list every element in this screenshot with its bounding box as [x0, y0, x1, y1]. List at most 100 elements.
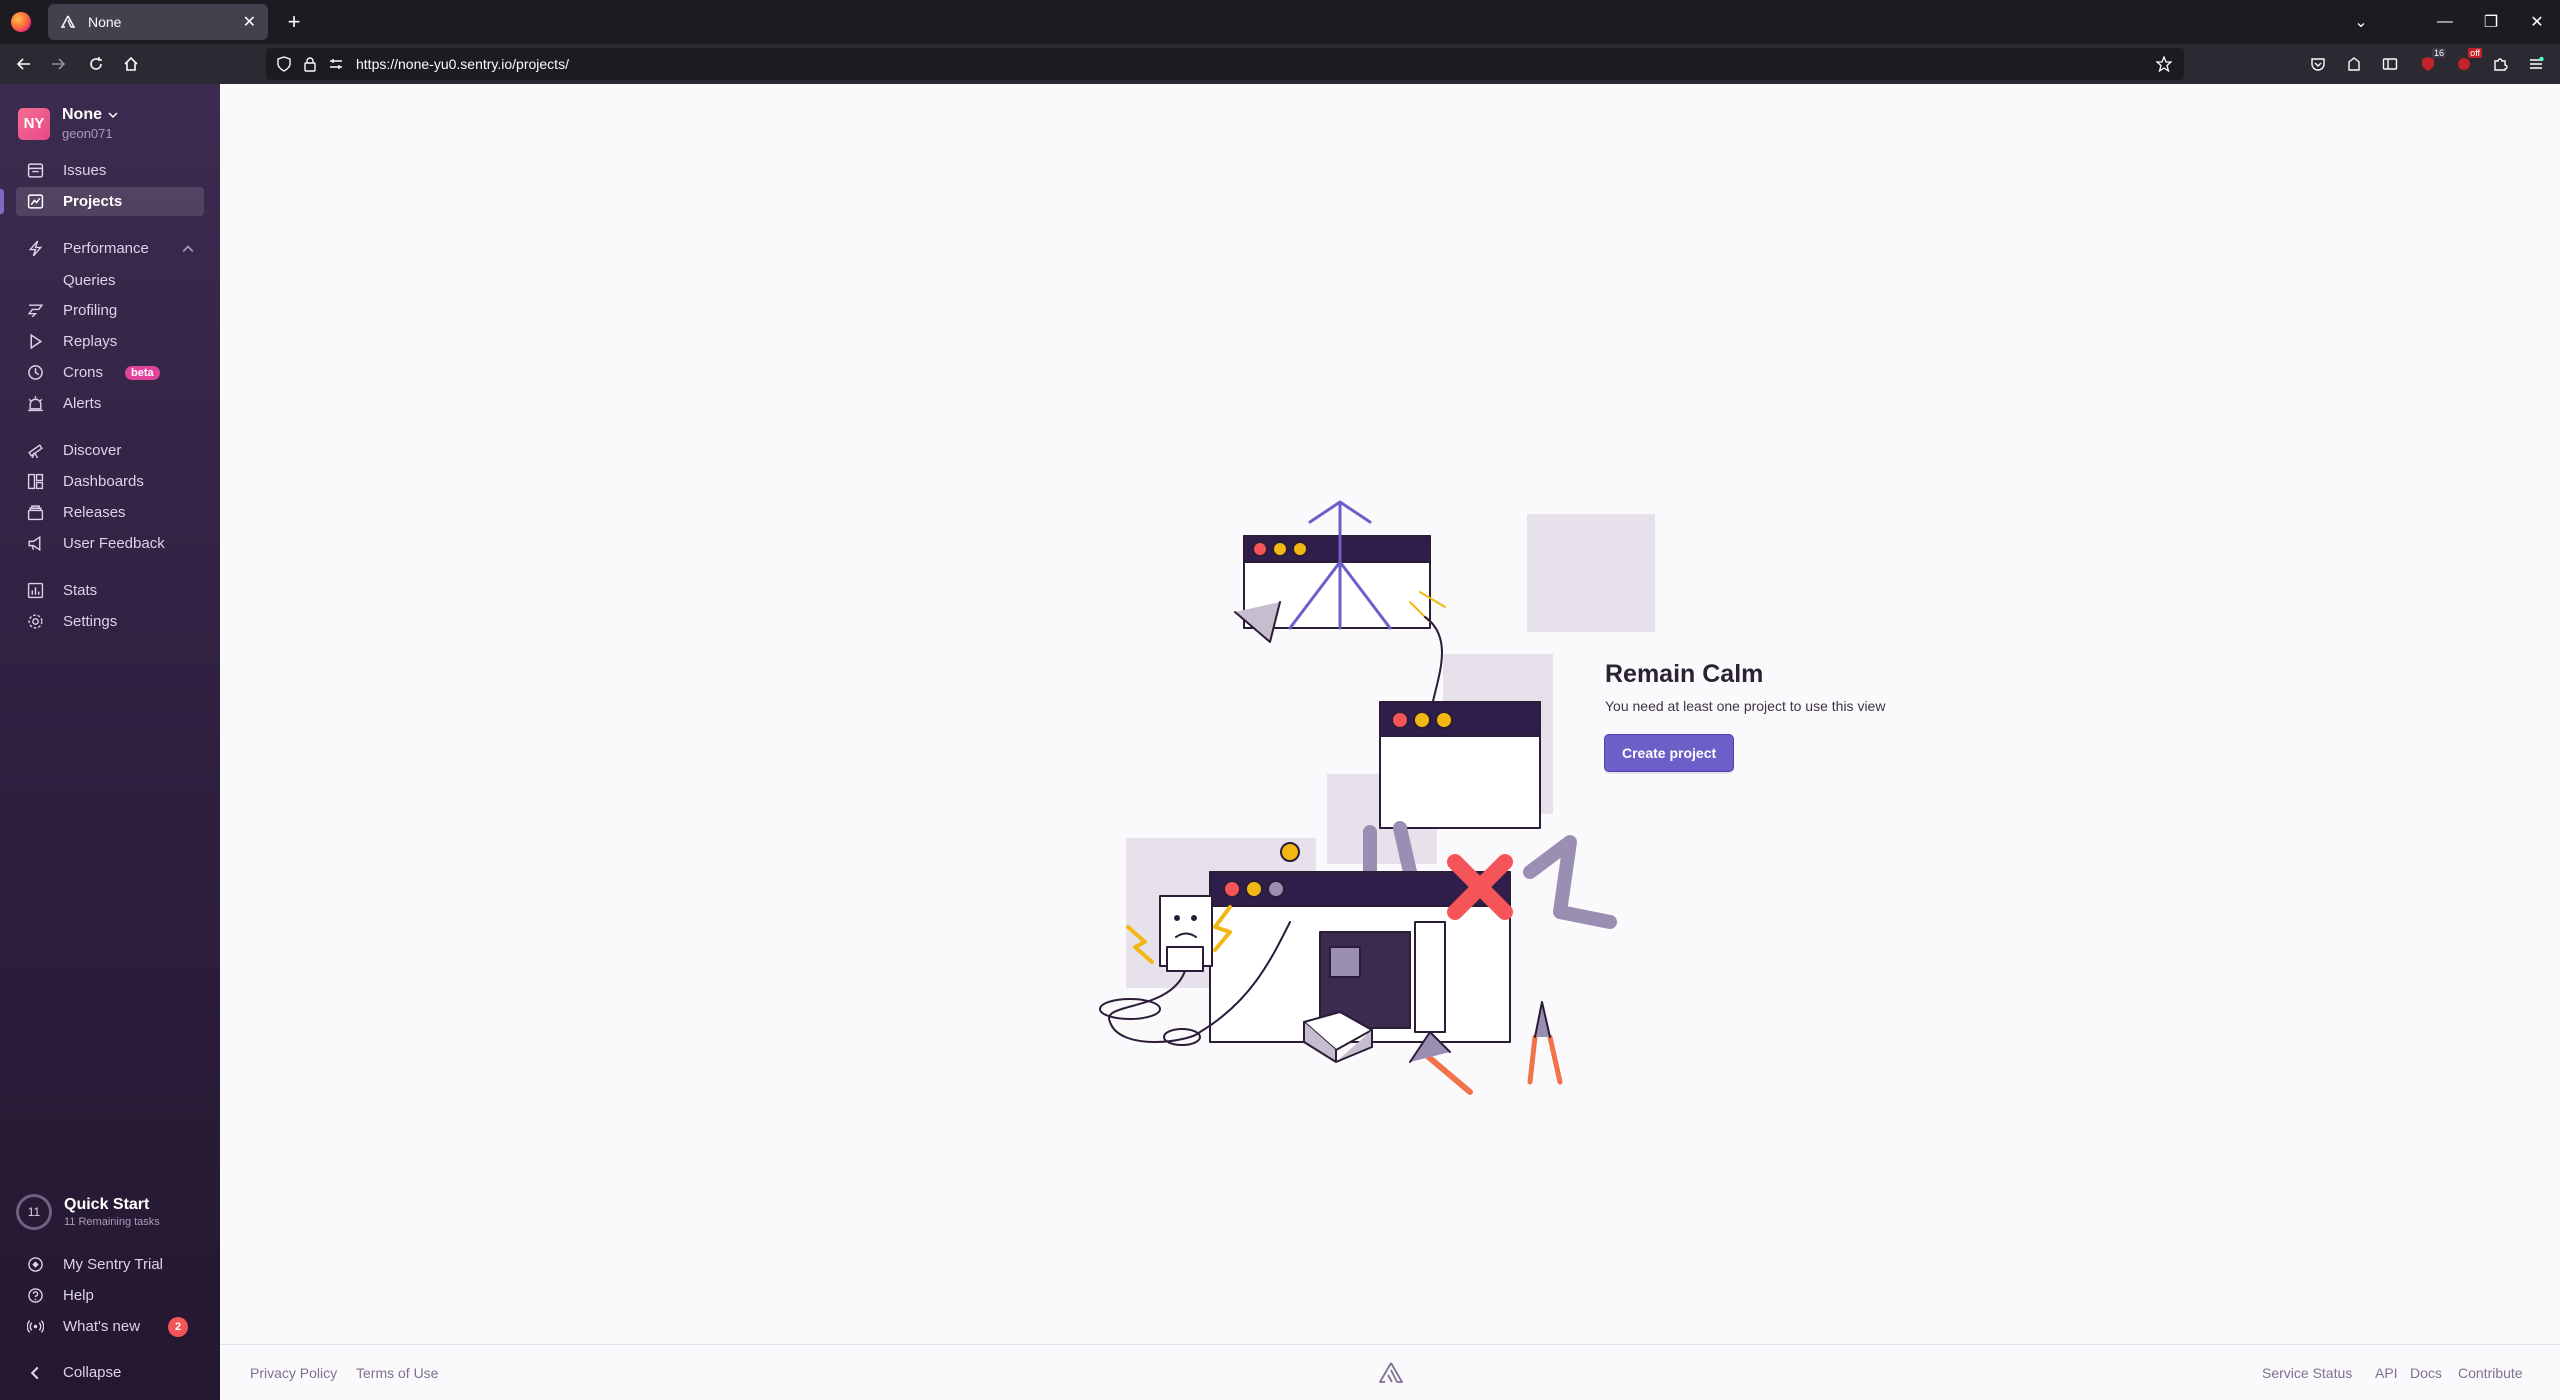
sidebar-item-label: Releases	[63, 504, 126, 521]
restore-icon[interactable]: ❐	[2468, 0, 2514, 44]
new-tab-icon[interactable]: +	[280, 8, 308, 36]
projects-icon	[25, 192, 45, 212]
sidebar-collapse-button[interactable]: Collapse	[16, 1358, 204, 1387]
reader-sidebar-icon[interactable]	[2380, 54, 2400, 74]
org-avatar: NY	[18, 107, 50, 140]
performance-icon	[25, 239, 45, 259]
quick-start-title: Quick Start	[64, 1196, 150, 1213]
window-close-icon[interactable]: ✕	[2514, 0, 2560, 44]
sidebar-item-replays[interactable]: Replays	[16, 327, 204, 356]
sidebar-item-user-feedback[interactable]: User Feedback	[16, 529, 204, 558]
footer: Privacy Policy Terms of Use Service Stat…	[220, 1344, 2560, 1400]
reload-icon[interactable]	[82, 50, 110, 78]
firefox-logo-icon	[11, 12, 31, 32]
quick-start-subtitle: 11 Remaining tasks	[64, 1216, 160, 1228]
extension-badge: 16	[2431, 48, 2446, 58]
clock-icon	[25, 363, 45, 383]
privacy-extension-icon[interactable]: off	[2454, 48, 2482, 74]
help-icon	[25, 1286, 45, 1306]
sidebar-item-stats[interactable]: Stats	[16, 576, 204, 605]
play-icon	[25, 332, 45, 352]
home-icon[interactable]	[117, 50, 145, 78]
sidebar-item-performance[interactable]: Performance	[16, 234, 204, 263]
sidebar-item-discover[interactable]: Discover	[16, 436, 204, 465]
sidebar-item-label: Issues	[63, 162, 107, 179]
broadcast-icon	[25, 1317, 45, 1337]
sidebar-item-alerts[interactable]: Alerts	[16, 389, 204, 418]
telescope-icon	[25, 441, 45, 461]
chevron-left-icon	[25, 1363, 45, 1383]
quick-start[interactable]: 11 Quick Start 11 Remaining tasks	[16, 1194, 160, 1230]
main-content: Remain Calm You need at least one projec…	[220, 84, 2560, 1400]
footer-terms-link[interactable]: Terms of Use	[356, 1345, 438, 1400]
browser-tab[interactable]: None ✕	[48, 4, 268, 40]
sidebar-item-label: My Sentry Trial	[63, 1256, 164, 1273]
extension-icon[interactable]	[2344, 54, 2364, 74]
beta-badge: beta	[125, 365, 160, 380]
dashboard-icon	[25, 472, 45, 492]
footer-privacy-link[interactable]: Privacy Policy	[250, 1345, 337, 1400]
megaphone-icon	[25, 534, 45, 554]
footer-api-link[interactable]: API	[2375, 1345, 2398, 1400]
siren-icon	[25, 394, 45, 414]
browser-tab-bar: None ✕ + ⌄ — ❐ ✕	[0, 0, 2560, 44]
org-switcher[interactable]: NY None geon071	[18, 106, 118, 141]
trial-icon	[25, 1255, 45, 1275]
sidebar-item-label: Projects	[63, 193, 123, 210]
sidebar-item-label: Settings	[63, 613, 118, 630]
footer-service-status-link[interactable]: Service Status	[2262, 1345, 2352, 1400]
issues-icon	[25, 161, 45, 181]
gear-icon	[25, 612, 45, 632]
pocket-icon[interactable]	[2308, 54, 2328, 74]
sidebar-item-label: What's new	[63, 1318, 141, 1335]
sidebar-item-projects[interactable]: Projects	[0, 187, 204, 216]
quick-start-progress-ring: 11	[16, 1194, 52, 1230]
sidebar-item-label: Replays	[63, 333, 118, 350]
sidebar: NY None geon071 Issues Projects Performa…	[0, 84, 220, 1400]
forward-icon[interactable]	[44, 50, 72, 78]
address-bar[interactable]: https://none-yu0.sentry.io/projects/	[266, 48, 2184, 80]
sidebar-item-label: Alerts	[63, 395, 102, 412]
sidebar-item-help[interactable]: Help	[16, 1281, 204, 1310]
sidebar-item-label: User Feedback	[63, 535, 165, 552]
sidebar-item-issues[interactable]: Issues	[16, 156, 204, 185]
lock-icon[interactable]	[302, 56, 318, 72]
ublock-extension-icon[interactable]: 16	[2418, 48, 2446, 74]
extension-badge-off: off	[2468, 48, 2482, 58]
org-name: None	[62, 106, 102, 123]
shield-icon[interactable]	[276, 56, 292, 72]
sidebar-item-sentry-trial[interactable]: My Sentry Trial	[16, 1250, 204, 1279]
sidebar-item-label: Discover	[63, 442, 122, 459]
sidebar-item-label: Help	[63, 1287, 94, 1304]
back-icon[interactable]	[10, 50, 38, 78]
chevron-down-icon	[108, 112, 118, 119]
sidebar-item-whats-new[interactable]: What's new 2	[16, 1312, 204, 1341]
permissions-icon[interactable]	[328, 56, 344, 72]
footer-docs-link[interactable]: Docs	[2410, 1345, 2442, 1400]
app-menu-icon[interactable]	[2526, 54, 2546, 74]
sidebar-item-queries[interactable]: Queries	[63, 272, 116, 289]
sidebar-item-label: Dashboards	[63, 473, 144, 490]
sidebar-item-dashboards[interactable]: Dashboards	[16, 467, 204, 496]
sidebar-item-label: Crons	[63, 364, 104, 381]
close-tab-icon[interactable]: ✕	[243, 12, 256, 32]
sentry-logo-icon[interactable]	[1378, 1361, 1404, 1385]
chevron-up-icon[interactable]	[182, 243, 194, 255]
sidebar-item-settings[interactable]: Settings	[16, 607, 204, 636]
tab-list-chevron-icon[interactable]: ⌄	[2338, 0, 2384, 44]
profiling-icon	[25, 301, 45, 321]
extensions-puzzle-icon[interactable]	[2490, 54, 2510, 74]
sidebar-item-profiling[interactable]: Profiling	[16, 296, 204, 325]
package-icon	[25, 503, 45, 523]
bookmark-star-icon[interactable]	[2156, 56, 2172, 72]
sidebar-item-label: Collapse	[63, 1364, 122, 1381]
sentry-favicon-icon	[60, 15, 76, 28]
footer-contribute-link[interactable]: Contribute	[2458, 1345, 2523, 1400]
sidebar-item-crons[interactable]: Crons beta	[16, 358, 204, 387]
whats-new-badge: 2	[168, 1316, 189, 1337]
create-project-button[interactable]: Create project	[1604, 734, 1735, 772]
browser-nav-bar: https://none-yu0.sentry.io/projects/ 16 …	[0, 44, 2560, 84]
broken-computers-illustration	[1099, 500, 1655, 1095]
minimize-icon[interactable]: —	[2422, 0, 2468, 44]
sidebar-item-releases[interactable]: Releases	[16, 498, 204, 527]
